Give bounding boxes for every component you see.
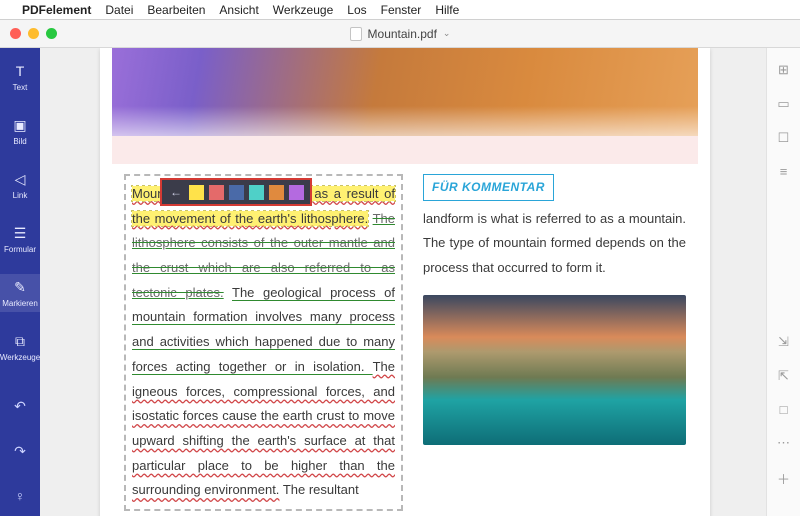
zoom-window-button[interactable] xyxy=(46,28,57,39)
color-swatch-purple[interactable] xyxy=(289,185,304,200)
color-swatch-blue[interactable] xyxy=(229,185,244,200)
mac-menubar: PDFelement Datei Bearbeiten Ansicht Werk… xyxy=(0,0,800,20)
thumbnails-icon[interactable]: ⊞ xyxy=(778,62,789,78)
pink-band xyxy=(112,136,698,164)
tool-image[interactable]: ▣ Bild xyxy=(0,112,40,150)
more-icon[interactable]: ⋯ xyxy=(777,435,790,451)
tool-label: Link xyxy=(13,191,28,200)
comment-annotation[interactable]: FÜR KOMMENTAR xyxy=(423,174,554,201)
right-column-text: landform is what is referred to as a mou… xyxy=(423,211,686,275)
document-title-label: Mountain.pdf xyxy=(368,27,437,41)
app-menu[interactable]: PDFelement xyxy=(22,3,91,17)
tool-form[interactable]: ☰ Formular xyxy=(0,220,40,258)
color-swatch-orange[interactable] xyxy=(269,185,284,200)
tool-label: Markieren xyxy=(2,299,38,308)
form-icon: ☰ xyxy=(11,224,29,242)
menu-datei[interactable]: Datei xyxy=(105,3,133,17)
close-window-button[interactable] xyxy=(10,28,21,39)
image-icon: ▣ xyxy=(11,116,29,134)
export-icon[interactable]: ⇱ xyxy=(778,368,789,384)
minimize-window-button[interactable] xyxy=(28,28,39,39)
plain-text-tail: The resultant xyxy=(283,482,359,497)
menu-fenster[interactable]: Fenster xyxy=(381,3,422,17)
page-icon[interactable]: ▭ xyxy=(777,96,789,112)
list-icon[interactable]: ≡ xyxy=(780,164,788,179)
bookmark-icon[interactable]: ☐ xyxy=(778,130,790,146)
menu-ansicht[interactable]: Ansicht xyxy=(219,3,258,17)
right-column: FÜR KOMMENTAR landform is what is referr… xyxy=(423,174,686,511)
document-viewport[interactable]: Mountains are usually formed as a result… xyxy=(40,48,766,516)
attach-icon[interactable]: ⇲ xyxy=(778,334,789,350)
redo-button[interactable]: ↷ xyxy=(10,443,30,460)
tool-label: Werkzeuge xyxy=(0,353,40,362)
tool-link[interactable]: ◁ Link xyxy=(0,166,40,204)
toolbar-back-icon[interactable]: ← xyxy=(168,184,184,200)
tool-markup[interactable]: ✎ Markieren xyxy=(0,274,40,312)
menu-los[interactable]: Los xyxy=(347,3,366,17)
window-controls xyxy=(10,28,57,39)
text-icon: T xyxy=(11,62,29,80)
menu-bearbeiten[interactable]: Bearbeiten xyxy=(147,3,205,17)
hero-image xyxy=(112,48,698,136)
tool-utilities[interactable]: ⧉ Werkzeuge xyxy=(0,328,40,366)
undo-button[interactable]: ↶ xyxy=(10,398,30,415)
markup-icon: ✎ xyxy=(11,278,29,296)
chevron-down-icon: ⌄ xyxy=(443,28,451,39)
right-sidebar: ⊞ ▭ ☐ ≡ ⇲ ⇱ □ ⋯ ＋ xyxy=(766,48,800,516)
window-titlebar: Mountain.pdf ⌄ xyxy=(0,20,800,48)
utilities-icon: ⧉ xyxy=(11,332,29,350)
document-title[interactable]: Mountain.pdf ⌄ xyxy=(350,27,451,41)
tool-label: Bild xyxy=(13,137,26,146)
left-toolbar: T Text ▣ Bild ◁ Link ☰ Formular ✎ Markie… xyxy=(0,48,40,516)
highlight-color-toolbar: ← xyxy=(160,178,312,206)
inline-mountain-image xyxy=(423,295,686,445)
tool-label: Text xyxy=(13,83,28,92)
pdf-page: Mountains are usually formed as a result… xyxy=(100,48,710,516)
left-column-selection[interactable]: Mountains are usually formed as a result… xyxy=(124,174,403,511)
color-swatch-yellow[interactable] xyxy=(189,185,204,200)
tool-text[interactable]: T Text xyxy=(0,58,40,96)
add-icon[interactable]: ＋ xyxy=(777,469,790,488)
menu-werkzeuge[interactable]: Werkzeuge xyxy=(273,3,333,17)
menu-hilfe[interactable]: Hilfe xyxy=(435,3,459,17)
color-swatch-teal[interactable] xyxy=(249,185,264,200)
tool-label: Formular xyxy=(4,245,36,254)
squiggly-text[interactable]: The igneous forces, compressional forces… xyxy=(132,359,395,497)
share-icon[interactable]: □ xyxy=(780,402,788,417)
link-icon: ◁ xyxy=(11,170,29,188)
color-swatch-red[interactable] xyxy=(209,185,224,200)
user-button[interactable]: ♀ xyxy=(10,488,30,504)
document-icon xyxy=(350,27,362,41)
